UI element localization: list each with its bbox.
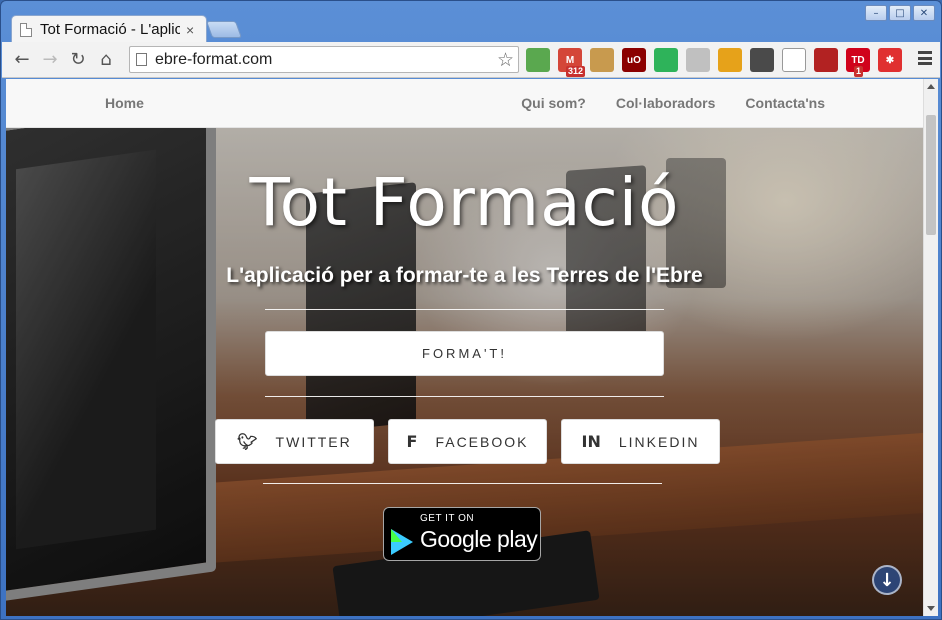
page-viewport: Home Qui som? Col·laboradors Contacta'ns… — [6, 79, 923, 616]
scroll-up-arrow-icon[interactable] — [927, 84, 935, 89]
shield-ext-icon[interactable] — [686, 48, 710, 72]
hero-title: Tot Formació — [249, 164, 680, 241]
hero-section: Tot Formació L'aplicació per a formar-te… — [6, 128, 923, 616]
tab-close-icon[interactable]: × — [186, 22, 194, 38]
minimize-button[interactable]: – — [865, 5, 887, 21]
facebook-label: FACEBOOK — [435, 433, 529, 450]
linkedin-icon: in — [581, 432, 601, 451]
tab-active[interactable]: Tot Formació - L'aplicació per a formar-… — [11, 15, 207, 43]
nav-right-links: Qui som? Col·laboradors Contacta'ns — [521, 95, 825, 111]
scroll-down-icon[interactable]: ↓ — [872, 565, 902, 595]
gplay-small-text: GET IT ON — [420, 513, 475, 524]
evernote-ext-icon[interactable] — [526, 48, 550, 72]
gmail-ext-icon[interactable]: M 312 — [558, 48, 586, 77]
twitter-button[interactable]: 🐦︎ TWITTER — [215, 419, 374, 464]
extension-badge: 312 — [566, 66, 586, 77]
google-play-icon — [391, 529, 413, 555]
divider — [263, 483, 662, 484]
nav-contact-link[interactable]: Contacta'ns — [745, 95, 825, 111]
colorful-ext-icon[interactable] — [718, 48, 742, 72]
site-navbar: Home Qui som? Col·laboradors Contacta'ns — [6, 79, 923, 128]
new-tab-button[interactable] — [205, 21, 243, 38]
reload-button[interactable]: ↻ — [64, 46, 92, 74]
scroll-down-arrow-icon[interactable] — [927, 606, 935, 611]
todo-ext-icon[interactable]: TD 1 — [846, 48, 870, 77]
ublock-ext-icon[interactable]: uO — [622, 48, 646, 72]
forward-button[interactable]: → — [36, 46, 64, 74]
nav-collaborators-link[interactable]: Col·laboradors — [616, 95, 716, 111]
hero-subtitle: L'aplicació per a formar-te a les Terres… — [226, 264, 703, 287]
nav-home-link[interactable]: Home — [105, 95, 144, 111]
extension-badge: 1 — [854, 66, 864, 77]
divider — [265, 396, 664, 397]
couch-ext-icon[interactable] — [814, 48, 838, 72]
back-button[interactable]: ← — [8, 46, 36, 74]
cloud-ext-icon[interactable] — [782, 48, 806, 72]
scrollbar-thumb[interactable] — [926, 115, 936, 235]
asterisk-ext-icon[interactable]: ✱ — [878, 48, 902, 72]
tab-strip: Tot Formació - L'aplicació per a formar-… — [1, 1, 941, 43]
tab-title: Tot Formació - L'aplicació per a formar-… — [40, 21, 180, 38]
page-icon — [136, 53, 147, 66]
facebook-icon: f — [406, 432, 418, 451]
folder-ext-icon[interactable] — [750, 48, 774, 72]
gplay-big-text: Google play — [420, 526, 538, 552]
close-button[interactable]: ✕ — [913, 5, 935, 21]
page-icon — [20, 22, 32, 37]
maximize-button[interactable]: □ — [889, 5, 911, 21]
extensions-area: M 312 uO TD 1 ✱ — [526, 48, 902, 77]
linkedin-button[interactable]: in LINKEDIN — [561, 419, 720, 464]
facebook-button[interactable]: f FACEBOOK — [388, 419, 547, 464]
address-bar[interactable]: ebre-format.com ☆ — [129, 46, 519, 73]
bookmark-star-icon[interactable]: ☆ — [497, 49, 514, 71]
home-button[interactable]: ⌂ — [92, 46, 120, 74]
menu-icon[interactable] — [918, 51, 932, 65]
window-controls: – □ ✕ — [865, 5, 935, 21]
linkedin-label: LINKEDIN — [618, 433, 700, 450]
feedly-ext-icon[interactable] — [590, 48, 614, 72]
nav-about-link[interactable]: Qui som? — [521, 95, 586, 111]
divider — [265, 309, 664, 310]
twitter-icon: 🐦︎ — [237, 432, 258, 451]
url-text[interactable]: ebre-format.com — [155, 51, 272, 69]
forma-t-button[interactable]: FORMA'T! — [265, 331, 664, 376]
google-play-badge[interactable]: GET IT ON Google play — [383, 507, 541, 561]
page-scrollbar[interactable] — [923, 79, 938, 616]
green-circle-ext-icon[interactable] — [654, 48, 678, 72]
browser-toolbar: ← → ↻ ⌂ ebre-format.com ☆ M 312 uO TD 1 ✱ — [2, 42, 940, 78]
twitter-label: TWITTER — [275, 433, 352, 450]
browser-window: Tot Formació - L'aplicació per a formar-… — [0, 0, 942, 620]
